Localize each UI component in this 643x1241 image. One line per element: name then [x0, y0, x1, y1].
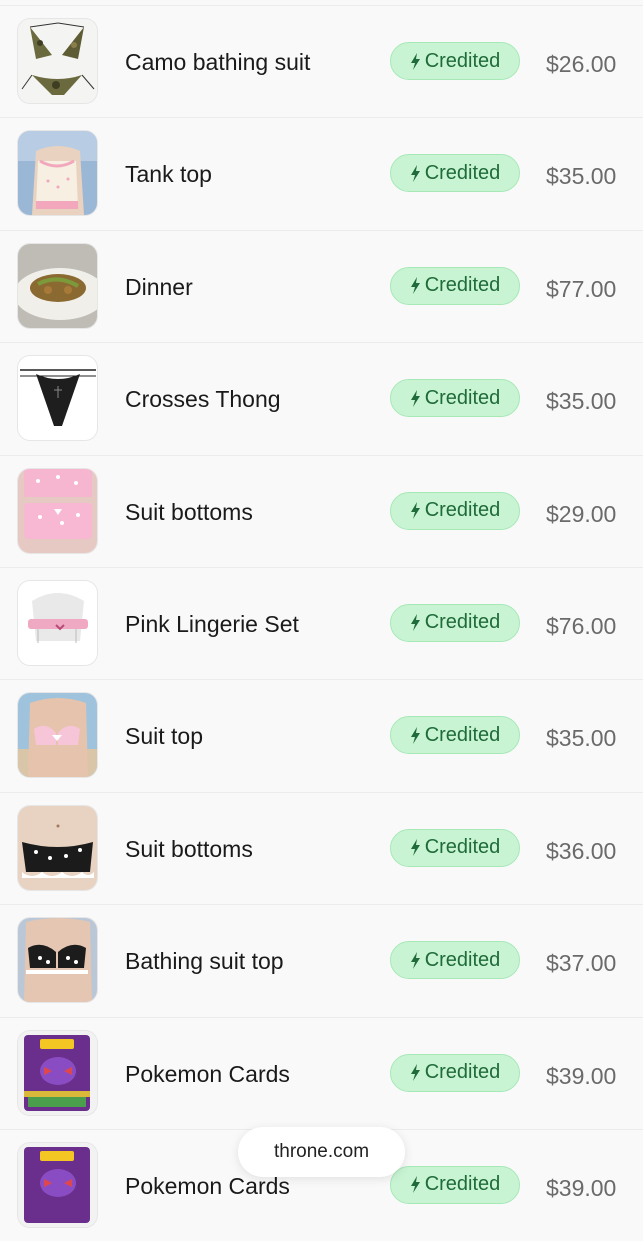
- bolt-icon: [410, 1176, 420, 1194]
- list-item[interactable]: Suit bottoms Credited $36.00: [0, 791, 643, 904]
- product-thumbnail[interactable]: [18, 356, 97, 441]
- bolt-icon: [410, 502, 420, 520]
- status-badge: Credited: [390, 1165, 520, 1204]
- status-label: Credited: [424, 948, 501, 971]
- item-price: $26.00: [546, 51, 617, 77]
- product-thumbnail[interactable]: [18, 131, 97, 216]
- status-badge: Credited: [390, 603, 520, 642]
- list-item[interactable]: Pink Lingerie Set Credited $76.00: [0, 566, 643, 679]
- bolt-icon: [410, 389, 420, 407]
- product-thumbnail[interactable]: [18, 918, 97, 1003]
- status-badge: Credited: [390, 266, 520, 305]
- bolt-icon: [410, 614, 420, 632]
- list-item[interactable]: Bathing suit top Credited $37.00: [0, 904, 643, 1016]
- bolt-icon: [410, 1064, 420, 1082]
- list-item[interactable]: Dinner Credited $77.00: [0, 229, 643, 342]
- product-thumbnail[interactable]: [18, 1030, 97, 1115]
- product-thumbnail[interactable]: [18, 243, 97, 328]
- list-item[interactable]: Suit top Credited $35.00: [0, 679, 643, 791]
- status-label: Credited: [424, 723, 501, 746]
- status-badge: Credited: [390, 379, 520, 418]
- bolt-icon: [410, 951, 420, 969]
- product-thumbnail[interactable]: [18, 468, 97, 553]
- item-price: $29.00: [546, 500, 617, 527]
- item-price: $35.00: [546, 163, 617, 190]
- status-label: Credited: [424, 1061, 501, 1084]
- item-name: Tank top: [125, 161, 212, 188]
- list-item[interactable]: Crosses Thong Credited $35.00: [0, 342, 643, 454]
- status-badge: Credited: [390, 491, 520, 530]
- product-thumbnail[interactable]: [18, 1142, 97, 1227]
- gift-list: Camo bathing suit Credited $26.00 Tank t…: [0, 5, 643, 1241]
- item-price: $76.00: [546, 612, 617, 639]
- status-badge: Credited: [390, 716, 520, 755]
- product-thumbnail[interactable]: [18, 580, 97, 665]
- status-badge: Credited: [390, 1053, 520, 1092]
- list-item[interactable]: Pokemon Cards Credited $39.00: [0, 1016, 643, 1129]
- status-label: Credited: [424, 274, 501, 297]
- status-label: Credited: [424, 611, 501, 634]
- product-thumbnail[interactable]: [18, 693, 97, 778]
- bolt-icon: [410, 164, 420, 182]
- status-label: Credited: [424, 49, 501, 72]
- item-price: $39.00: [546, 1174, 617, 1201]
- item-price: $36.00: [546, 837, 617, 864]
- url-bar[interactable]: throne.com: [238, 1127, 405, 1177]
- bolt-icon: [410, 277, 420, 295]
- status-badge: Credited: [390, 42, 520, 80]
- item-price: $35.00: [546, 388, 617, 415]
- list-item[interactable]: Suit bottoms Credited $29.00: [0, 454, 643, 567]
- item-name: Suit top: [125, 723, 203, 750]
- list-item[interactable]: Camo bathing suit Credited $26.00: [0, 5, 643, 117]
- status-badge: Credited: [390, 941, 520, 980]
- status-badge: Credited: [390, 828, 520, 867]
- status-label: Credited: [424, 499, 501, 522]
- product-thumbnail[interactable]: [18, 805, 97, 890]
- status-label: Credited: [424, 386, 501, 409]
- bolt-icon: [410, 726, 420, 744]
- list-item[interactable]: Tank top Credited $35.00: [0, 117, 643, 229]
- item-name: Pink Lingerie Set: [125, 610, 299, 637]
- product-thumbnail[interactable]: [18, 19, 97, 103]
- status-label: Credited: [424, 1173, 501, 1196]
- item-price: $39.00: [546, 1062, 617, 1089]
- item-price: $35.00: [546, 725, 617, 752]
- status-label: Credited: [424, 836, 501, 859]
- item-name: Bathing suit top: [125, 948, 284, 975]
- item-name: Suit bottoms: [125, 498, 253, 525]
- item-name: Pokemon Cards: [125, 1060, 290, 1087]
- bolt-icon: [410, 839, 420, 857]
- status-badge: Credited: [390, 154, 520, 193]
- item-name: Camo bathing suit: [125, 49, 311, 75]
- item-name: Crosses Thong: [125, 386, 281, 413]
- item-name: Dinner: [125, 273, 193, 300]
- item-price: $37.00: [546, 950, 617, 977]
- item-price: $77.00: [546, 275, 617, 302]
- status-label: Credited: [424, 161, 501, 184]
- item-name: Suit bottoms: [125, 835, 253, 862]
- bolt-icon: [410, 52, 420, 70]
